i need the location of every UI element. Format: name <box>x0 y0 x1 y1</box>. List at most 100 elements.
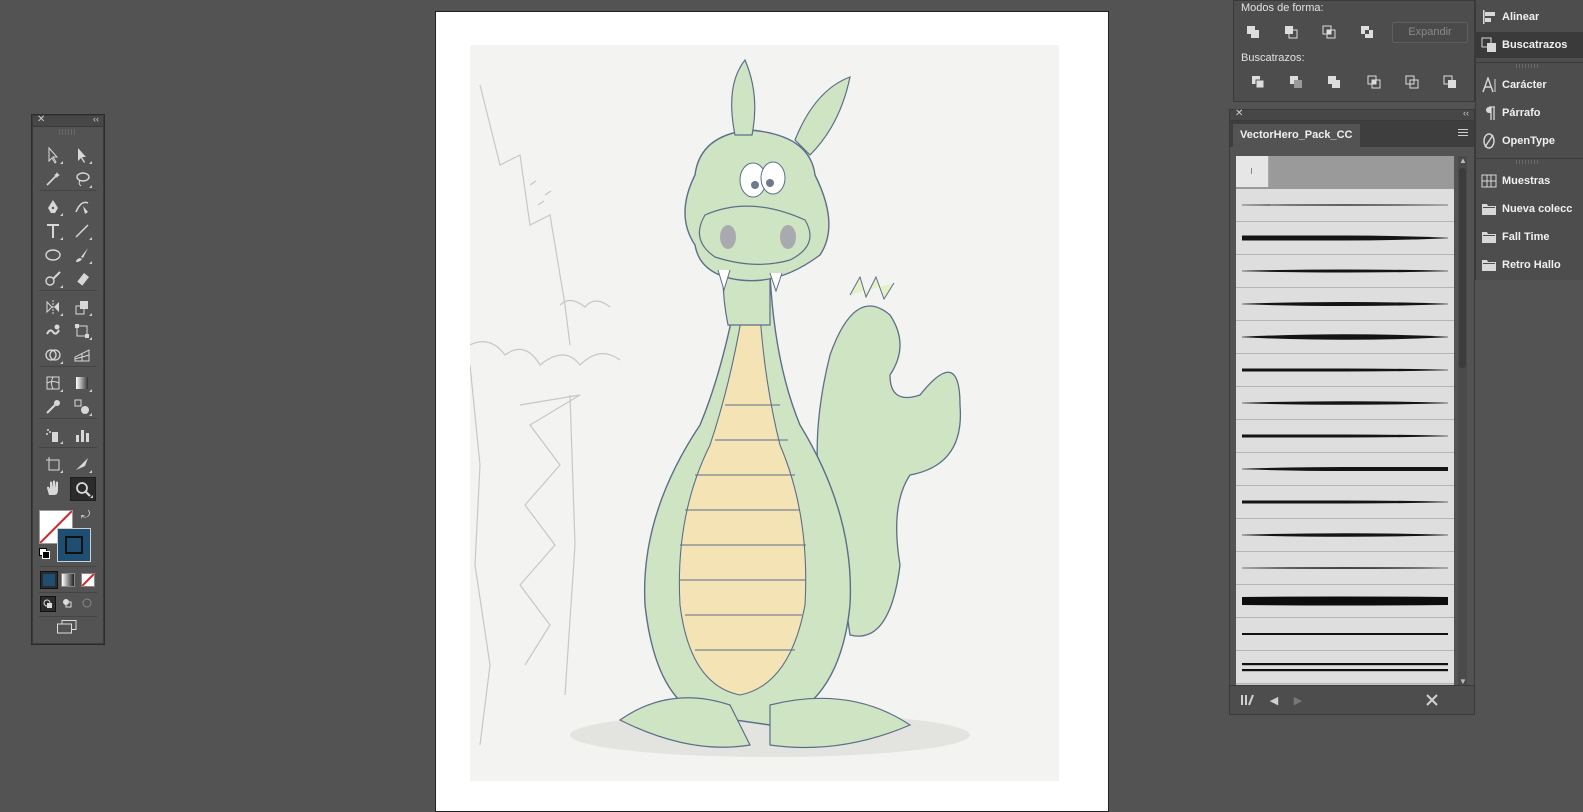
close-icon[interactable]: ✕ <box>37 114 45 125</box>
ellipse-tool-button[interactable] <box>41 244 65 266</box>
trim-button[interactable] <box>1285 72 1307 92</box>
shape-builder-tool-button[interactable] <box>41 344 65 366</box>
swap-fill-stroke-icon[interactable]: ⤾ <box>81 509 90 522</box>
brush-thumbnail[interactable] <box>1236 156 1269 187</box>
symbol-sprayer-tool-button[interactable] <box>41 424 65 446</box>
selection-tool-button[interactable] <box>41 144 65 166</box>
dock-opentype[interactable]: OpenType <box>1476 128 1583 154</box>
tools-panel-header[interactable]: ✕ ‹‹ <box>33 114 103 127</box>
direct-selection-tool-button[interactable] <box>70 144 94 166</box>
panel-menu-icon[interactable] <box>1458 129 1468 138</box>
brush-list-scrollbar[interactable]: ▲ ▼ <box>1458 156 1467 686</box>
brush-row[interactable] <box>1236 189 1454 222</box>
artboard[interactable] <box>435 11 1109 812</box>
pathfinder-panel: Modos de forma: Expandir Buscatrazos: <box>1233 0 1475 102</box>
warp-tool-button[interactable] <box>41 320 65 342</box>
expand-button[interactable]: Expandir <box>1392 22 1468 43</box>
brush-stroke-preview <box>1242 269 1448 273</box>
brush-row[interactable] <box>1236 585 1454 618</box>
draw-behind-icon[interactable] <box>60 596 74 610</box>
eraser-tool-button[interactable] <box>70 268 94 290</box>
shaper-tool-button[interactable] <box>41 268 65 290</box>
brush-row[interactable] <box>1236 420 1454 453</box>
mesh-tool-button[interactable] <box>41 372 65 394</box>
outline-button[interactable] <box>1401 72 1423 92</box>
default-fill-stroke-icon[interactable] <box>39 548 50 559</box>
free-transform-tool-button[interactable] <box>70 320 94 342</box>
scroll-up-icon[interactable]: ▲ <box>1459 156 1467 165</box>
type-tool-button[interactable] <box>41 220 65 242</box>
brush-row[interactable] <box>1236 552 1454 585</box>
gradient-tool-button[interactable] <box>70 372 94 394</box>
line-segment-tool-button[interactable] <box>70 220 94 242</box>
panel-grip[interactable] <box>59 129 77 135</box>
color-mode-button[interactable] <box>40 571 58 589</box>
brush-row[interactable] <box>1236 354 1454 387</box>
dock-grip[interactable] <box>1516 64 1538 68</box>
intersect-button[interactable] <box>1318 22 1340 42</box>
dock-parrafo[interactable]: Párrafo <box>1476 100 1583 126</box>
unite-button[interactable] <box>1242 22 1264 42</box>
brush-row[interactable] <box>1236 651 1454 684</box>
brushes-panel-header[interactable]: ✕ ‹‹ <box>1230 108 1474 121</box>
tab-vectorhero-pack[interactable]: VectorHero_Pack_CC <box>1233 124 1360 147</box>
dock-grip[interactable] <box>1516 160 1538 164</box>
brush-row[interactable] <box>1236 222 1454 255</box>
minus-front-button[interactable] <box>1280 22 1302 42</box>
brush-row[interactable] <box>1236 453 1454 486</box>
remove-brush-stroke-icon[interactable] <box>1424 692 1440 708</box>
draw-normal-icon[interactable] <box>40 596 56 612</box>
paintbrush-tool-button[interactable] <box>70 244 94 266</box>
scale-tool-button[interactable] <box>70 296 94 318</box>
brush-stroke-preview <box>1242 368 1448 372</box>
lasso-tool-button[interactable] <box>70 168 94 190</box>
stroke-swatch[interactable] <box>57 528 91 562</box>
zoom-tool-button[interactable] <box>70 477 96 501</box>
dock-alinear[interactable]: Alinear <box>1476 4 1583 30</box>
reflect-tool-button[interactable] <box>41 296 65 318</box>
blend-tool-button[interactable] <box>70 396 94 418</box>
magic-wand-tool-button[interactable] <box>41 168 65 190</box>
slice-tool-button[interactable] <box>70 453 94 475</box>
divide-button[interactable] <box>1247 72 1269 92</box>
previous-library-icon[interactable]: ◀ <box>1266 692 1282 708</box>
perspective-grid-tool-button[interactable] <box>70 344 94 366</box>
minus-back-button[interactable] <box>1439 72 1461 92</box>
brush-row[interactable] <box>1236 288 1454 321</box>
artboard-tool-button[interactable] <box>41 453 65 475</box>
dock-muestras[interactable]: Muestras <box>1476 168 1583 194</box>
draw-inside-icon[interactable] <box>80 596 94 610</box>
gradient-mode-button[interactable] <box>61 573 75 587</box>
close-icon[interactable]: ✕ <box>1235 108 1243 119</box>
dock-nueva-coleccion[interactable]: Nueva colecc <box>1476 196 1583 222</box>
collapse-icon[interactable]: ‹‹ <box>93 114 99 124</box>
brush-row[interactable] <box>1236 618 1454 651</box>
brush-list[interactable] <box>1236 156 1454 686</box>
brush-libraries-icon[interactable] <box>1240 692 1256 708</box>
screen-mode-icon[interactable] <box>57 620 77 634</box>
scroll-thumb[interactable] <box>1459 168 1466 368</box>
dock-fall-time[interactable]: Fall Time <box>1476 224 1583 250</box>
dock-retro-halloween[interactable]: Retro Hallo <box>1476 252 1583 278</box>
brush-row[interactable] <box>1236 387 1454 420</box>
folder-icon <box>1476 257 1502 273</box>
next-library-icon[interactable]: ▶ <box>1290 692 1306 708</box>
merge-button[interactable] <box>1323 72 1345 92</box>
pen-tool-button[interactable] <box>41 196 65 218</box>
curvature-tool-button[interactable] <box>70 196 94 218</box>
collapse-icon[interactable]: ‹‹ <box>1463 108 1469 118</box>
exclude-icon <box>1361 26 1373 38</box>
hand-tool-button[interactable] <box>41 477 65 499</box>
brush-row[interactable] <box>1236 486 1454 519</box>
dock-caracter[interactable]: Carácter <box>1476 72 1583 98</box>
eyedropper-tool-button[interactable] <box>41 396 65 418</box>
brush-row[interactable] <box>1236 519 1454 552</box>
brush-row[interactable] <box>1236 321 1454 354</box>
dock-buscatrazos[interactable]: Buscatrazos <box>1476 32 1583 58</box>
brush-row[interactable] <box>1236 255 1454 288</box>
exclude-button[interactable] <box>1356 22 1378 42</box>
crop-button[interactable] <box>1363 72 1385 92</box>
column-graph-tool-button[interactable] <box>70 424 94 446</box>
pathfinders-label: Buscatrazos: <box>1241 52 1305 64</box>
none-mode-button[interactable] <box>81 573 95 587</box>
